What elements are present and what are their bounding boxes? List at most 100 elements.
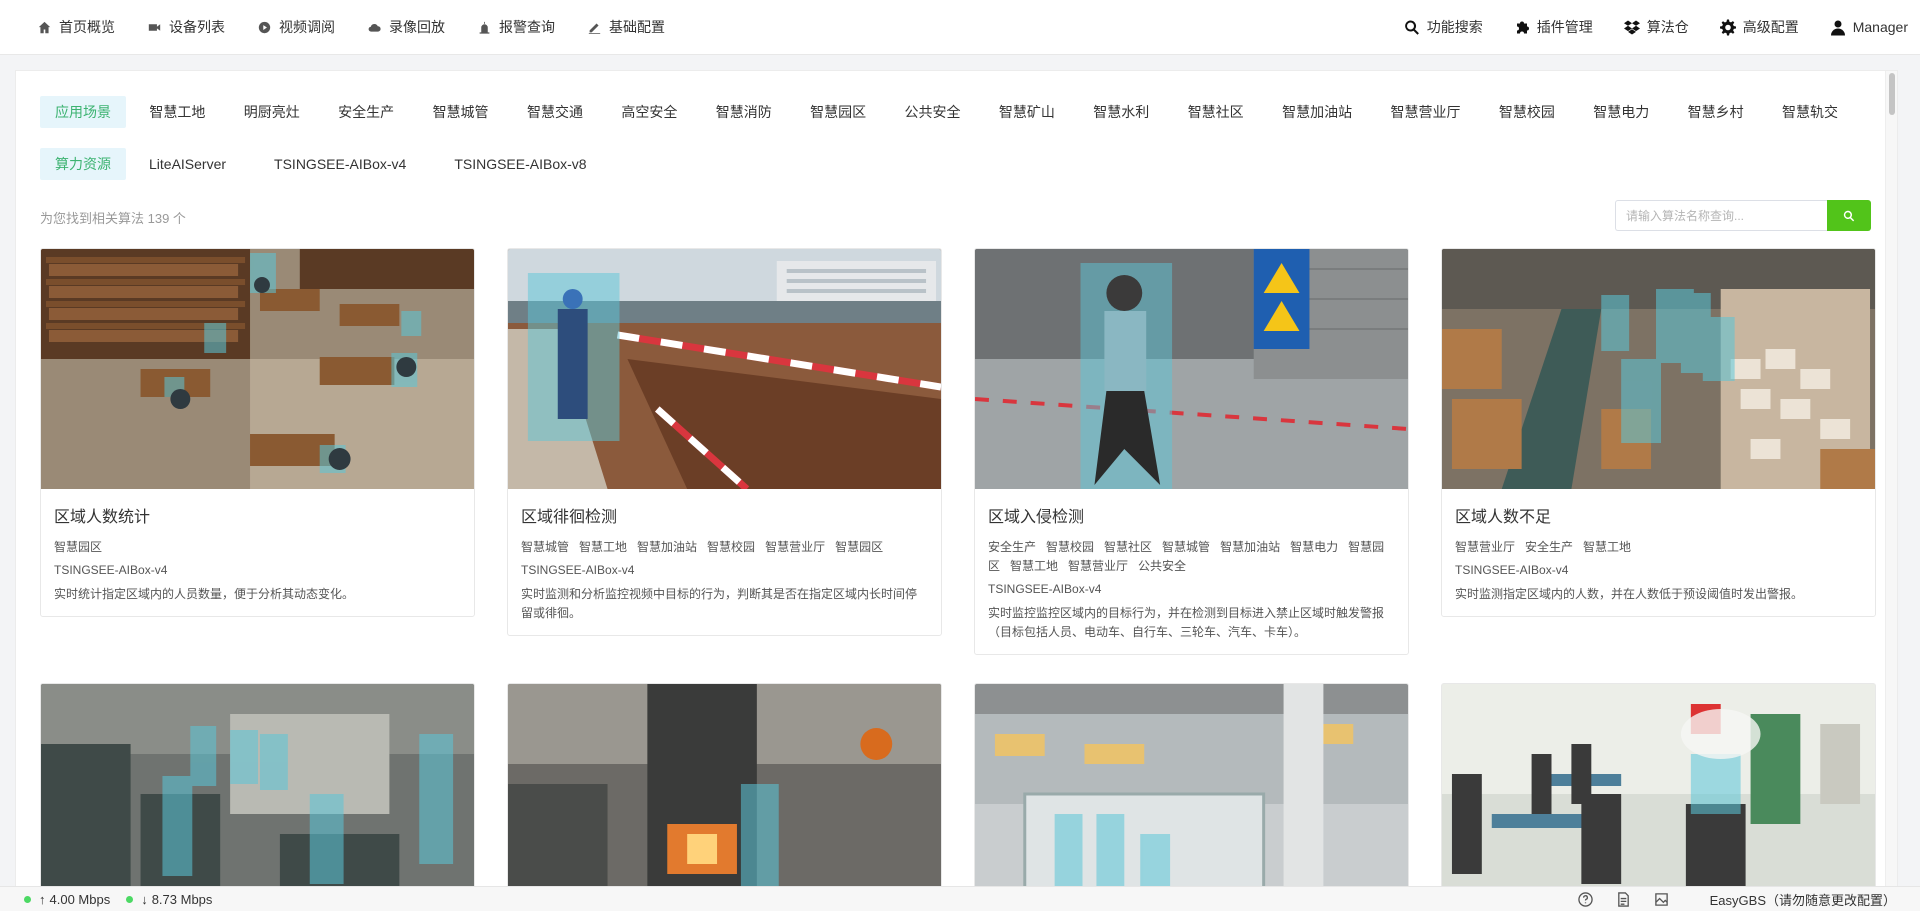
scene-tag[interactable]: 智慧乡村 <box>1673 96 1759 128</box>
scene-tag[interactable]: 高空安全 <box>606 96 692 128</box>
dropbox-icon <box>1623 19 1640 35</box>
card-tag: 安全生产 <box>988 540 1037 554</box>
nav-home[interactable]: 首页概览 <box>36 0 115 54</box>
play-icon <box>256 19 272 35</box>
scene-tag[interactable]: 智慧加油站 <box>1267 96 1367 128</box>
card-thumbnail-factory <box>41 684 474 911</box>
download-rate: ↓ 8.73 Mbps <box>126 892 212 907</box>
compute-tag[interactable]: LiteAIServer <box>134 148 241 180</box>
scene-tag[interactable]: 智慧城管 <box>418 96 504 128</box>
compute-filter-row: 算力资源 LiteAIServer TSINGSEE-AIBox-v4 TSIN… <box>40 148 610 180</box>
compute-filter-label[interactable]: 算力资源 <box>40 148 126 180</box>
scrollbar-thumb[interactable] <box>1889 73 1895 115</box>
upload-rate: ↑ 4.00 Mbps <box>24 892 110 907</box>
nav-left: 首页概览 设备列表 视频调阅 录像回放 报警查询 基础配置 <box>36 0 696 54</box>
scene-tag[interactable]: 智慧矿山 <box>984 96 1070 128</box>
card-tag: 智慧电力 <box>1290 540 1339 554</box>
algorithm-card[interactable] <box>1441 683 1876 911</box>
status-dot <box>24 895 31 903</box>
card-thumbnail-lobby <box>975 684 1408 911</box>
scene-tag[interactable]: 智慧交通 <box>512 96 598 128</box>
nav-feature-search[interactable]: 功能搜索 <box>1404 0 1483 54</box>
card-tag: 智慧城管 <box>521 540 570 554</box>
search-icon <box>1843 210 1855 222</box>
card-thumbnail-forge <box>508 684 941 911</box>
nav-advanced[interactable]: 高级配置 <box>1719 0 1799 54</box>
algorithm-card[interactable]: 区域徘徊检测 智慧城管 智慧工地 智慧加油站 智慧校园 智慧营业厅 智慧园区 TSINGS… <box>507 248 942 636</box>
nav-video-label: 视频调阅 <box>279 19 335 35</box>
nav-playback[interactable]: 录像回放 <box>366 0 445 54</box>
card-thumbnail-construction <box>508 249 941 489</box>
upload-rate-value: 4.00 Mbps <box>49 891 111 907</box>
scene-tag[interactable]: 智慧消防 <box>701 96 787 128</box>
scene-tag[interactable]: 智慧社区 <box>1173 96 1259 128</box>
nav-user[interactable]: Manager <box>1830 0 1908 54</box>
scene-tag[interactable]: 公共安全 <box>890 96 976 128</box>
scene-tag[interactable]: 明厨亮灶 <box>229 96 315 128</box>
nav-user-label: Manager <box>1852 19 1908 35</box>
nav-devices[interactable]: 设备列表 <box>146 0 225 54</box>
card-tag: 智慧城管 <box>1162 540 1211 554</box>
scene-filter-label[interactable]: 应用场景 <box>40 96 126 128</box>
card-thumbnail-waiting-room <box>1442 684 1875 911</box>
algorithm-card[interactable] <box>974 683 1409 911</box>
card-tag: 智慧营业厅 <box>1455 540 1516 554</box>
card-tag: 智慧园区 <box>835 540 884 554</box>
puzzle-icon <box>1514 19 1530 35</box>
algorithm-card[interactable]: 区域人数统计 智慧园区 TSINGSEE-AIBox-v4 实时统计指定区域内的… <box>40 248 475 617</box>
nav-config-label: 基础配置 <box>609 19 665 35</box>
arrow-down-icon: ↓ <box>141 891 148 907</box>
image-icon[interactable] <box>1654 891 1670 907</box>
arrow-up-icon: ↑ <box>39 891 46 907</box>
algorithm-store-panel: 应用场景 智慧工地 明厨亮灶 安全生产 智慧城管 智慧交通 高空安全 智慧消防 … <box>15 70 1898 911</box>
edit-icon <box>586 19 602 35</box>
card-tag: 智慧校园 <box>707 540 756 554</box>
nav-plugins[interactable]: 插件管理 <box>1514 0 1593 54</box>
algorithm-card[interactable]: 区域入侵检测 安全生产 智慧校园 智慧社区 智慧城管 智慧加油站 智慧电力 智慧园区 智慧工地… <box>974 248 1409 655</box>
nav-alarm-label: 报警查询 <box>499 19 555 35</box>
top-nav: 首页概览 设备列表 视频调阅 录像回放 报警查询 基础配置 功能搜索 插件管理 … <box>0 0 1920 55</box>
alarm-icon <box>476 19 492 35</box>
search-icon <box>1404 19 1420 35</box>
card-description: 实时统计指定区域内的人员数量，便于分析其动态变化。 <box>54 587 355 601</box>
algorithm-card[interactable] <box>40 683 475 911</box>
scene-tag[interactable]: 智慧水利 <box>1078 96 1164 128</box>
help-icon[interactable] <box>1578 891 1594 907</box>
compute-tag[interactable]: TSINGSEE-AIBox-v4 <box>259 148 421 180</box>
nav-alarm[interactable]: 报警查询 <box>476 0 555 54</box>
card-device: TSINGSEE-AIBox-v4 <box>521 563 635 577</box>
cloud-icon <box>366 19 382 35</box>
algorithm-card[interactable] <box>507 683 942 911</box>
scene-tag[interactable]: 智慧校园 <box>1484 96 1570 128</box>
algorithm-search-input[interactable] <box>1615 200 1827 231</box>
compute-tag[interactable]: TSINGSEE-AIBox-v8 <box>439 148 601 180</box>
status-right: EasyGBS（请勿随意更改配置） <box>1556 890 1896 909</box>
scene-tag[interactable]: 智慧营业厅 <box>1375 96 1475 128</box>
status-bar: ↑ 4.00 Mbps ↓ 8.73 Mbps EasyGBS（请勿随意更改配置… <box>0 886 1920 911</box>
nav-home-label: 首页概览 <box>59 19 115 35</box>
card-tags: 智慧园区 <box>54 538 461 557</box>
scene-tag[interactable]: 智慧园区 <box>795 96 881 128</box>
scene-tag[interactable]: 智慧电力 <box>1578 96 1664 128</box>
vertical-scrollbar[interactable] <box>1885 71 1897 911</box>
card-title: 区域人数不足 <box>1455 509 1552 526</box>
scene-tag[interactable]: 智慧轨交 <box>1767 96 1853 128</box>
search-button[interactable] <box>1827 200 1871 231</box>
algorithm-card[interactable]: 区域人数不足 智慧营业厅 安全生产 智慧工地 TSINGSEE-AIBox-v4 实… <box>1441 248 1876 617</box>
card-device: TSINGSEE-AIBox-v4 <box>54 563 168 577</box>
card-tag: 智慧校园 <box>1046 540 1095 554</box>
result-count: 为您找到相关算法 139 个 <box>40 211 186 226</box>
card-device: TSINGSEE-AIBox-v4 <box>988 582 1102 596</box>
nav-right: 功能搜索 插件管理 算法仓 高级配置 Manager <box>1373 0 1908 54</box>
nav-algorithm-store[interactable]: 算法仓 <box>1623 0 1689 54</box>
scene-tag[interactable]: 安全生产 <box>323 96 409 128</box>
card-tag: 智慧营业厅 <box>1068 559 1129 573</box>
scene-tag[interactable]: 智慧工地 <box>134 96 220 128</box>
card-tags: 智慧城管 智慧工地 智慧加油站 智慧校园 智慧营业厅 智慧园区 <box>521 538 928 557</box>
camera-icon <box>146 19 162 35</box>
nav-plugins-label: 插件管理 <box>1536 19 1593 35</box>
card-tag: 智慧工地 <box>1583 540 1632 554</box>
document-icon[interactable] <box>1616 891 1632 907</box>
nav-video[interactable]: 视频调阅 <box>256 0 335 54</box>
nav-config[interactable]: 基础配置 <box>586 0 665 54</box>
